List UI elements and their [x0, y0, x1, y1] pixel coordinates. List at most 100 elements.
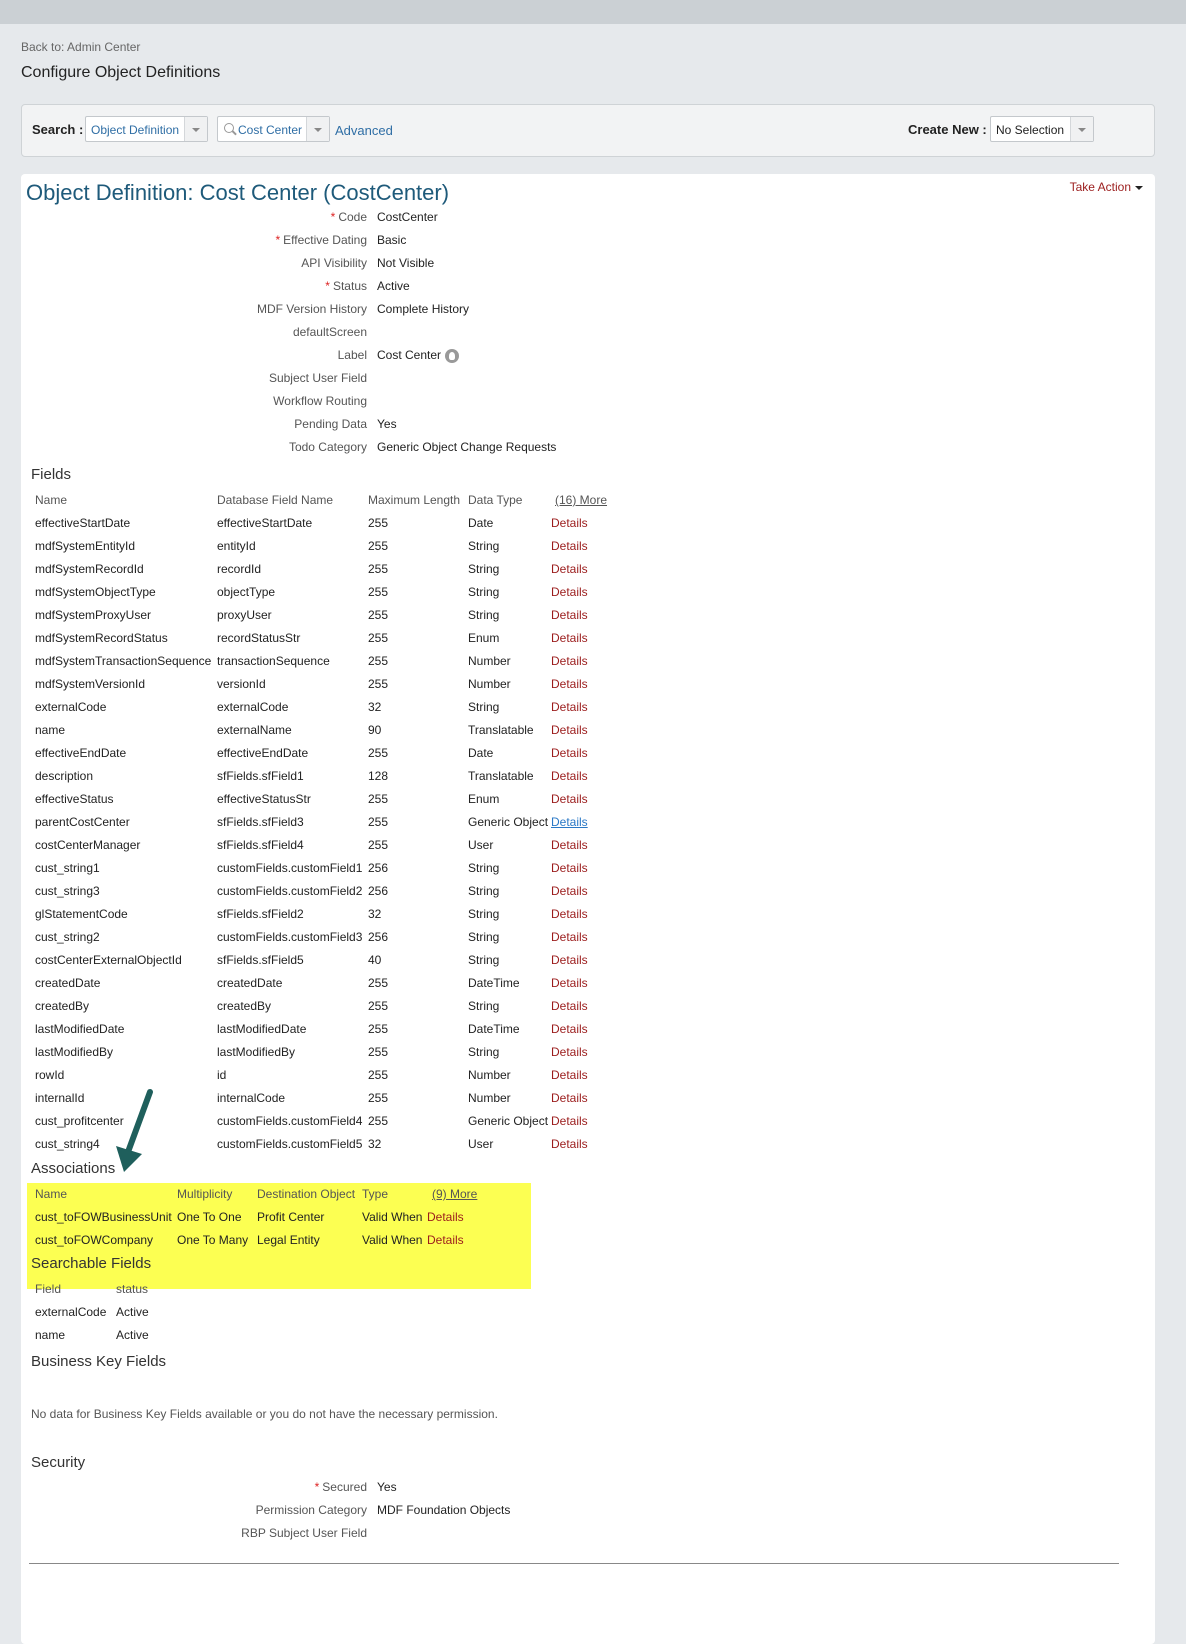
details-link[interactable]: Details — [551, 861, 588, 875]
table-cell: String — [468, 585, 500, 599]
table-cell: mdfSystemRecordId — [35, 562, 144, 576]
table-cell: String — [468, 999, 500, 1013]
details-link[interactable]: Details — [551, 1022, 588, 1036]
property-label-text: Todo Category — [288, 440, 367, 454]
details-link[interactable]: Details — [551, 539, 588, 553]
table-cell: lastModifiedBy — [35, 1045, 114, 1059]
table-cell: createdDate — [35, 976, 101, 990]
details-link[interactable]: Details — [551, 723, 588, 737]
chevron-down-icon[interactable] — [1070, 117, 1093, 141]
chevron-down-icon[interactable] — [306, 117, 329, 141]
details-link[interactable]: Details — [551, 562, 588, 576]
table-cell: One To Many — [177, 1233, 249, 1247]
table-cell: Valid When — [362, 1233, 423, 1247]
table-cell: User — [468, 838, 494, 852]
property-label: MDF Version History — [7, 302, 367, 316]
table-cell: String — [468, 562, 500, 576]
property-value: Cost Center — [377, 348, 460, 363]
details-link[interactable]: Details — [551, 953, 588, 967]
object-type-dropdown[interactable]: Object Definition — [85, 116, 208, 142]
table-cell: Number — [468, 1091, 511, 1105]
details-link[interactable]: Details — [551, 1114, 588, 1128]
column-header: Multiplicity — [177, 1187, 233, 1201]
table-cell: String — [468, 700, 500, 714]
table-cell: One To One — [177, 1210, 242, 1224]
details-link[interactable]: Details — [551, 999, 588, 1013]
more-columns-link[interactable]: (16) More — [555, 493, 607, 507]
details-link[interactable]: Details — [551, 815, 588, 829]
more-columns-link[interactable]: (9) More — [432, 1187, 477, 1201]
table-cell: 255 — [368, 585, 389, 599]
property-label: Label — [7, 348, 367, 362]
property-label-text: API Visibility — [301, 256, 367, 270]
table-cell: Number — [468, 1068, 511, 1082]
column-header: Type — [362, 1187, 389, 1201]
details-link[interactable]: Details — [551, 608, 588, 622]
details-link[interactable]: Details — [427, 1233, 464, 1247]
details-link[interactable]: Details — [551, 1091, 588, 1105]
table-cell: effectiveStatusStr — [217, 792, 311, 806]
details-link[interactable]: Details — [551, 769, 588, 783]
details-link[interactable]: Details — [551, 792, 588, 806]
take-action-menu[interactable]: Take Action — [1070, 180, 1143, 194]
details-link[interactable]: Details — [551, 1068, 588, 1082]
details-link[interactable]: Details — [427, 1210, 464, 1224]
table-cell: DateTime — [468, 976, 520, 990]
table-cell: externalName — [217, 723, 292, 737]
table-cell: effectiveEndDate — [217, 746, 309, 760]
property-label-text: MDF Version History — [256, 302, 367, 316]
details-link[interactable]: Details — [551, 1045, 588, 1059]
details-link[interactable]: Details — [551, 631, 588, 645]
property-value: MDF Foundation Objects — [377, 1503, 511, 1517]
table-cell: name — [35, 723, 66, 737]
details-link[interactable]: Details — [551, 976, 588, 990]
table-cell: name — [35, 1328, 66, 1342]
table-cell: parentCostCenter — [35, 815, 130, 829]
table-cell: Translatable — [468, 769, 534, 783]
property-label: defaultScreen — [7, 325, 367, 339]
property-label-text: Code — [338, 210, 367, 224]
table-cell: effectiveStartDate — [217, 516, 313, 530]
create-new-label: Create New : — [908, 122, 987, 137]
annotation-arrow-icon — [116, 1089, 153, 1172]
details-link[interactable]: Details — [551, 746, 588, 760]
create-new-value: No Selection — [996, 123, 1065, 137]
details-link[interactable]: Details — [551, 585, 588, 599]
details-link[interactable]: Details — [551, 700, 588, 714]
advanced-search-link[interactable]: Advanced — [335, 123, 393, 138]
table-cell: 255 — [368, 1022, 389, 1036]
details-link[interactable]: Details — [551, 677, 588, 691]
details-link[interactable]: Details — [551, 884, 588, 898]
column-header: Destination Object — [257, 1187, 356, 1201]
details-link[interactable]: Details — [551, 654, 588, 668]
table-cell: String — [468, 1045, 500, 1059]
details-link[interactable]: Details — [551, 516, 588, 530]
object-search-dropdown[interactable]: Cost Center — [217, 116, 330, 142]
table-cell: 32 — [368, 700, 382, 714]
property-label: Pending Data — [7, 417, 367, 431]
table-cell: 255 — [368, 1045, 389, 1059]
fields-section-title: Fields — [31, 466, 72, 483]
table-cell: effectiveStartDate — [35, 516, 131, 530]
table-cell: 255 — [368, 838, 389, 852]
details-link[interactable]: Details — [551, 930, 588, 944]
property-value: Yes — [377, 1480, 397, 1494]
globe-icon[interactable] — [445, 348, 460, 363]
table-cell: 255 — [368, 654, 389, 668]
table-cell: Active — [116, 1328, 149, 1342]
details-link[interactable]: Details — [551, 838, 588, 852]
table-cell: customFields.customField3 — [217, 930, 363, 944]
property-value: Complete History — [377, 302, 470, 316]
back-link[interactable]: Back to: Admin Center — [21, 40, 140, 54]
property-label-text: RBP Subject User Field — [241, 1526, 367, 1540]
table-cell: 255 — [368, 1114, 389, 1128]
chevron-down-icon[interactable] — [184, 117, 207, 141]
table-cell: cust_string3 — [35, 884, 100, 898]
column-header: Name — [35, 1187, 68, 1201]
details-link[interactable]: Details — [551, 907, 588, 921]
create-new-dropdown[interactable]: No Selection — [990, 116, 1094, 142]
table-cell: Legal Entity — [257, 1233, 320, 1247]
details-link[interactable]: Details — [551, 1137, 588, 1151]
property-label-text: Subject User Field — [268, 371, 367, 385]
table-cell: entityId — [217, 539, 256, 553]
